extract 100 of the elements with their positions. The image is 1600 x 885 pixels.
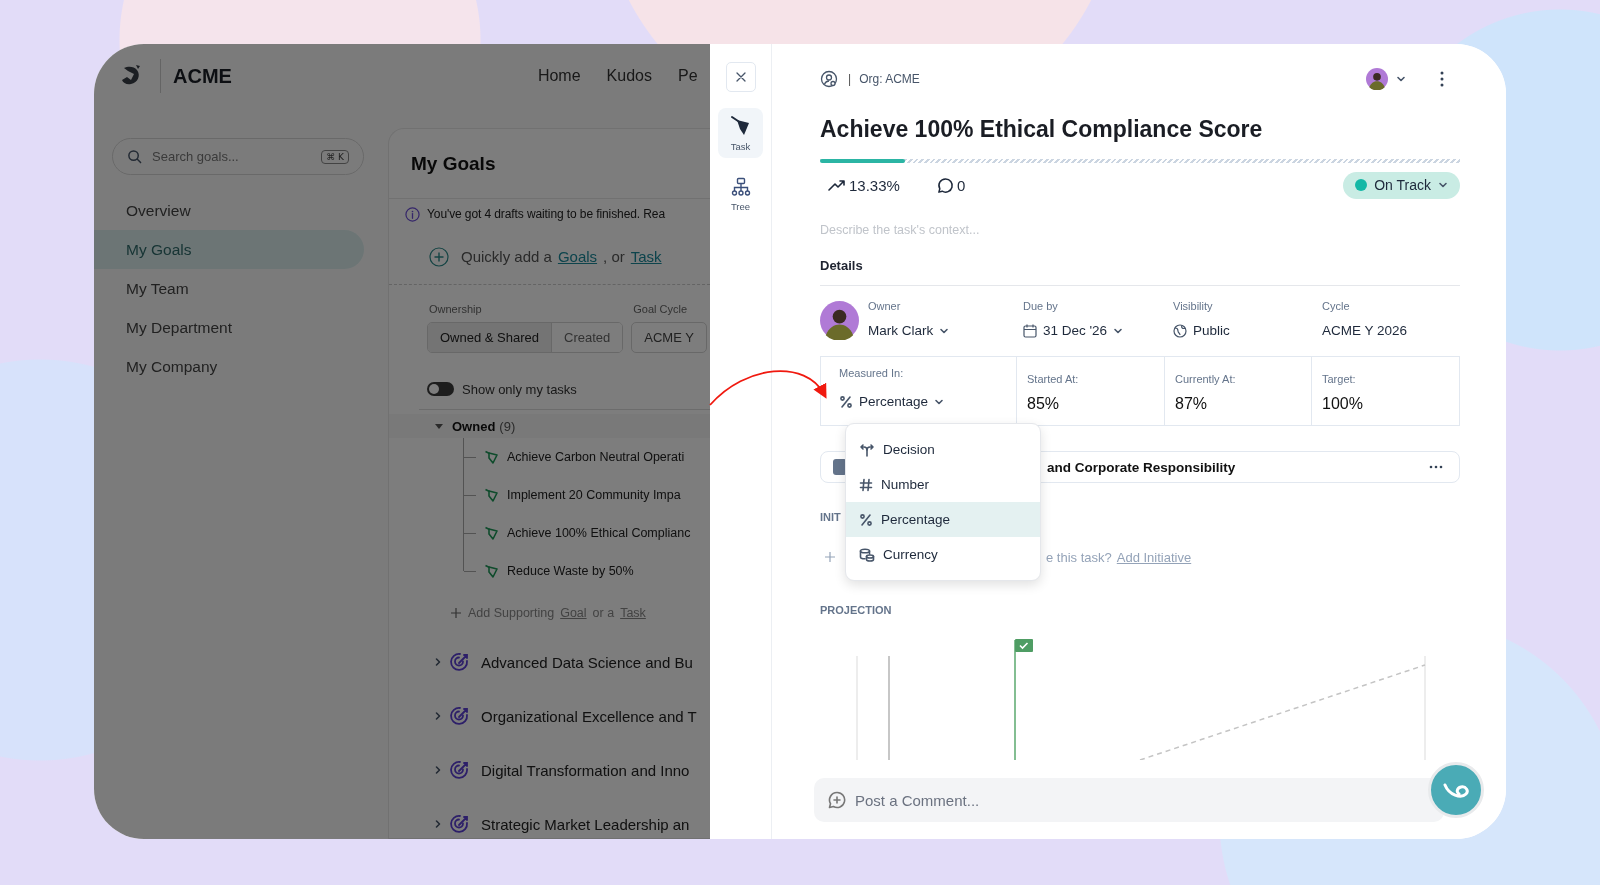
field-label: Cycle <box>1322 300 1351 313</box>
task-title[interactable]: Achieve Carbon Neutral Operati <box>507 450 685 464</box>
metric-value: 85% <box>1027 395 1061 413</box>
target-icon <box>449 759 471 781</box>
calendar-icon <box>1023 324 1037 338</box>
field-label: Started At: <box>1027 373 1080 386</box>
comment-field[interactable]: Post a Comment... <box>814 778 1444 822</box>
plus-circle-icon <box>429 246 449 267</box>
group-count: (9) <box>499 418 516 434</box>
coins-icon <box>859 547 875 562</box>
ownership-tab[interactable]: Owned & Shared <box>428 323 552 352</box>
info-icon <box>405 206 420 222</box>
quick-add-text: Quickly add a <box>461 248 552 265</box>
comment-add-icon <box>828 791 846 809</box>
field-label: Target: <box>1322 373 1357 386</box>
tag-icon <box>484 487 500 503</box>
add-supporting-text: Add Supporting <box>468 606 555 620</box>
task-link[interactable]: Task <box>630 248 662 265</box>
task-link[interactable]: Task <box>620 606 646 620</box>
field-label: Measured In: <box>839 367 905 380</box>
chat-button[interactable] <box>1428 762 1484 818</box>
close-button[interactable] <box>725 62 756 92</box>
separator-text: | <box>848 72 852 86</box>
search-field[interactable]: Search goals... ⌘ K <box>112 138 364 175</box>
menu-item[interactable]: Currency <box>846 537 1040 572</box>
target-icon <box>449 705 471 727</box>
sidebar-item[interactable]: My Department <box>94 308 364 347</box>
field-label: Due by <box>1023 300 1059 313</box>
filter-label: Goal Cycle <box>632 302 689 316</box>
plus-icon <box>824 551 836 563</box>
menu-item[interactable]: Percentage <box>846 502 1040 537</box>
hash-icon <box>859 477 873 492</box>
separator-text: , or <box>603 248 625 265</box>
nav-link[interactable]: Home <box>537 67 581 85</box>
sidebar-item[interactable]: Overview <box>94 191 364 230</box>
goal-link[interactable]: Goal <box>560 606 587 620</box>
field-label: Currently At: <box>1175 373 1237 386</box>
measure-dropdown[interactable]: Percentage <box>839 394 945 409</box>
tag-icon <box>484 449 500 465</box>
status-dropdown[interactable]: On Track <box>1343 171 1460 199</box>
toggle-switch[interactable] <box>427 382 454 396</box>
metric-value: 100% <box>1322 395 1364 413</box>
shortcut-key: ⌘ K <box>321 149 349 164</box>
sidebar-item[interactable]: My Company <box>94 347 364 386</box>
notice-text: You've got 4 drafts waiting to be finished. Rea <box>427 207 665 221</box>
cycle-dropdown[interactable]: ACME Y <box>631 322 707 353</box>
field-dropdown[interactable]: Public <box>1173 322 1230 340</box>
prompt-text: e this task? <box>1046 549 1112 565</box>
field-label: Owner <box>868 300 902 313</box>
trend-up-icon <box>828 179 846 191</box>
rail-tab[interactable]: Task <box>718 108 763 158</box>
more-vertical-icon <box>1440 71 1444 87</box>
tag-icon <box>484 525 500 541</box>
search-icon <box>127 149 142 164</box>
nav-link[interactable]: Pe <box>677 67 698 85</box>
task-title-heading: Achieve 100% Ethical Compliance Score <box>820 115 1264 144</box>
section-heading: PROJECTION <box>820 603 892 617</box>
task-title[interactable]: Reduce Waste by 50% <box>507 564 634 578</box>
chevron-down-icon <box>939 326 950 336</box>
sidebar-item[interactable]: My Goals <box>94 230 364 269</box>
tree-connector <box>463 438 477 476</box>
close-icon <box>735 72 746 82</box>
group-title: Owned <box>452 418 496 434</box>
percent-icon <box>859 512 873 527</box>
split-arrow-icon <box>859 442 875 457</box>
org-label: Org: ACME <box>859 72 920 86</box>
chevron-down-icon <box>1438 180 1448 190</box>
task-title[interactable]: Achieve 100% Ethical Complianc <box>507 526 691 540</box>
avatar-icon <box>1366 68 1388 90</box>
goal-title[interactable]: Organizational Excellence and T <box>481 707 697 725</box>
pin-icon <box>729 115 752 137</box>
plus-icon <box>450 607 462 619</box>
goal-title[interactable]: Advanced Data Science and Bu <box>481 653 693 671</box>
target-icon <box>449 813 471 835</box>
task-title[interactable]: Implement 20 Community Impa <box>507 488 681 502</box>
goal-title[interactable]: Strategic Market Leadership an <box>481 815 690 833</box>
hierarchy-icon <box>730 177 751 197</box>
toggle-label: Show only my tasks <box>462 381 577 397</box>
filter-label: Ownership <box>428 302 483 316</box>
tag-icon <box>484 563 500 579</box>
rail-tab[interactable]: Tree <box>718 170 763 218</box>
field-label: Visibility <box>1173 300 1214 313</box>
percent-icon <box>839 394 853 409</box>
owner-avatar <box>820 300 859 340</box>
user-settings-icon <box>820 70 838 88</box>
nav-link[interactable]: Kudos <box>606 67 652 85</box>
brand-name: ACME <box>173 64 232 88</box>
field-dropdown[interactable]: 31 Dec '26 <box>1023 322 1124 340</box>
comment-count: 0 <box>956 176 966 194</box>
field-dropdown[interactable]: Mark Clark <box>868 322 950 340</box>
metric-value: 87% <box>1175 395 1209 413</box>
goal-title[interactable]: Digital Transformation and Inno <box>481 761 690 779</box>
chevron-down-icon <box>1113 326 1124 336</box>
globe-icon <box>1173 324 1187 338</box>
comment-icon <box>936 176 954 194</box>
sidebar-item[interactable]: My Team <box>94 269 364 308</box>
more-horizontal-icon <box>1429 465 1443 469</box>
goal-link[interactable]: Goals <box>557 248 598 265</box>
add-initiative-link[interactable]: Add Initiative <box>1116 549 1192 565</box>
chevron-down-icon <box>1396 74 1406 84</box>
